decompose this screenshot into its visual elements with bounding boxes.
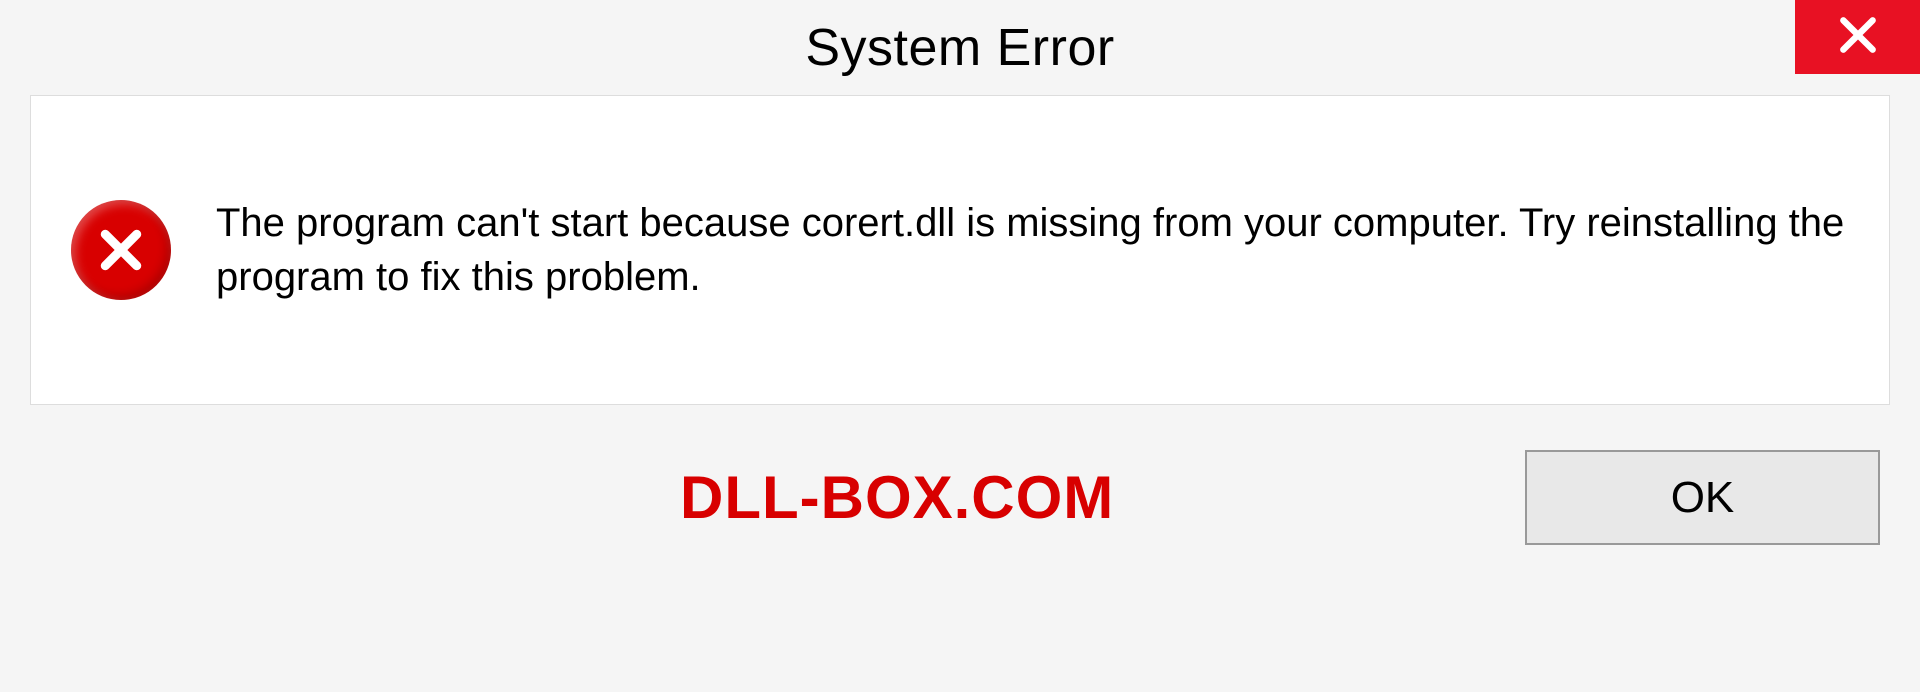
watermark-text: DLL-BOX.COM	[40, 463, 1114, 532]
ok-button[interactable]: OK	[1525, 450, 1880, 545]
titlebar: System Error	[0, 0, 1920, 95]
content-area: The program can't start because corert.d…	[30, 95, 1890, 405]
close-button[interactable]	[1795, 0, 1920, 74]
footer: DLL-BOX.COM OK	[0, 450, 1920, 545]
error-message: The program can't start because corert.d…	[216, 196, 1849, 304]
error-icon	[71, 200, 171, 300]
dialog-title: System Error	[805, 18, 1114, 78]
close-icon	[1836, 13, 1880, 62]
error-dialog: System Error The program can't start bec…	[0, 0, 1920, 692]
